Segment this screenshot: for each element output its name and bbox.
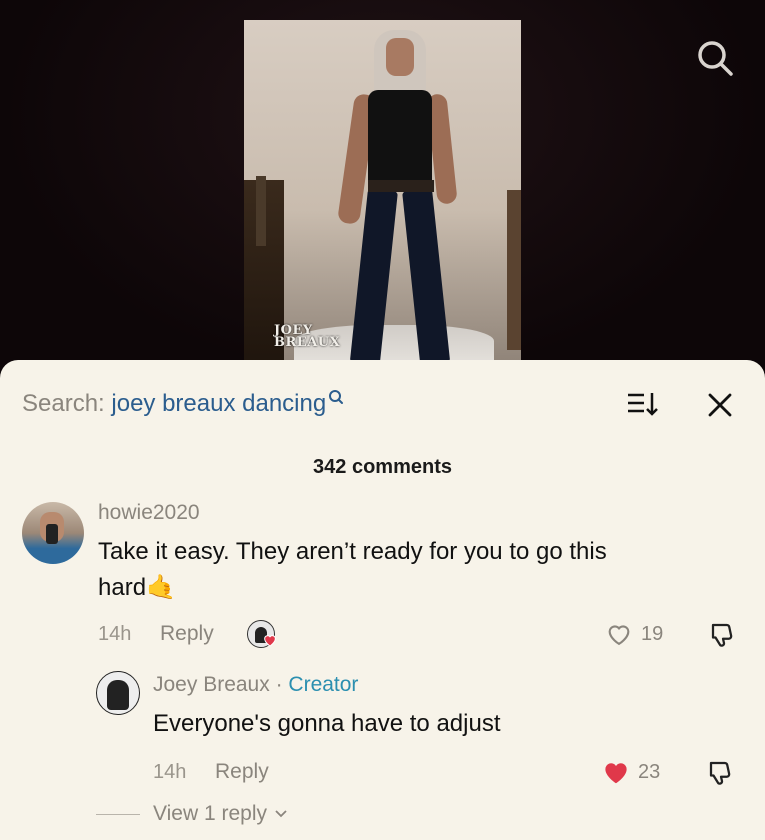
close-icon[interactable] xyxy=(705,390,735,420)
sort-icon[interactable] xyxy=(626,390,660,418)
creator-heart-icon xyxy=(262,632,278,648)
video-shelf xyxy=(507,190,521,350)
dislike-icon[interactable] xyxy=(706,758,736,788)
creator-badge: Creator xyxy=(288,673,359,696)
reply-text: Everyone's gonna have to adjust xyxy=(153,710,501,737)
person-leg-right xyxy=(402,188,451,365)
video-frame[interactable]: JOEY BREAUX xyxy=(244,20,521,365)
reply-time: 14h xyxy=(153,761,187,783)
video-player[interactable]: JOEY BREAUX xyxy=(0,0,765,380)
comment-text-line1: Take it easy. They aren’t ready for you … xyxy=(98,538,607,565)
person-face xyxy=(386,38,414,76)
search-small-icon xyxy=(328,386,344,414)
person-torso xyxy=(368,90,432,185)
comments-sheet: Search: joey breaux dancing 342 comments… xyxy=(0,360,765,840)
search-suggestion[interactable]: Search: joey breaux dancing xyxy=(22,390,344,418)
comment-username[interactable]: howie2020 xyxy=(98,501,200,525)
avatar[interactable] xyxy=(22,502,84,564)
avatar-figure xyxy=(107,680,129,710)
video-person xyxy=(334,30,464,365)
view-replies-label: View 1 reply xyxy=(153,802,268,825)
search-icon[interactable] xyxy=(695,38,735,78)
watermark-line2: BREAUX xyxy=(274,335,341,350)
comment-text-line2: hard xyxy=(98,574,147,601)
reply-username-row: Joey Breaux · Creator xyxy=(153,673,358,697)
search-label: Search: xyxy=(22,390,105,417)
avatar[interactable] xyxy=(96,671,140,715)
view-replies-button[interactable]: View 1 reply xyxy=(153,802,289,826)
video-lamp xyxy=(256,176,266,246)
username-separator: · xyxy=(269,673,289,696)
search-query-link[interactable]: joey breaux dancing xyxy=(111,390,326,417)
reply-button[interactable]: Reply xyxy=(160,622,214,646)
video-watermark: JOEY BREAUX xyxy=(274,324,341,350)
call-me-hand-emoji: 🤙 xyxy=(146,574,176,601)
person-belt xyxy=(368,180,434,192)
comment-text: Take it easy. They aren’t ready for you … xyxy=(98,534,607,606)
comment-time: 14h xyxy=(98,623,132,645)
comment-count: 342 comments xyxy=(313,456,452,478)
like-heart-icon[interactable] xyxy=(604,620,634,648)
comment-text-line2-wrap: hard🤙 xyxy=(98,570,607,606)
chevron-down-icon xyxy=(273,802,289,825)
reply-button[interactable]: Reply xyxy=(215,760,269,784)
replies-divider xyxy=(96,814,140,815)
like-count: 19 xyxy=(641,623,664,645)
reply-like-count: 23 xyxy=(638,761,661,783)
avatar-phone xyxy=(46,524,58,544)
dislike-icon[interactable] xyxy=(708,620,738,650)
liked-heart-icon[interactable] xyxy=(600,757,632,787)
reply-username[interactable]: Joey Breaux xyxy=(153,673,270,696)
